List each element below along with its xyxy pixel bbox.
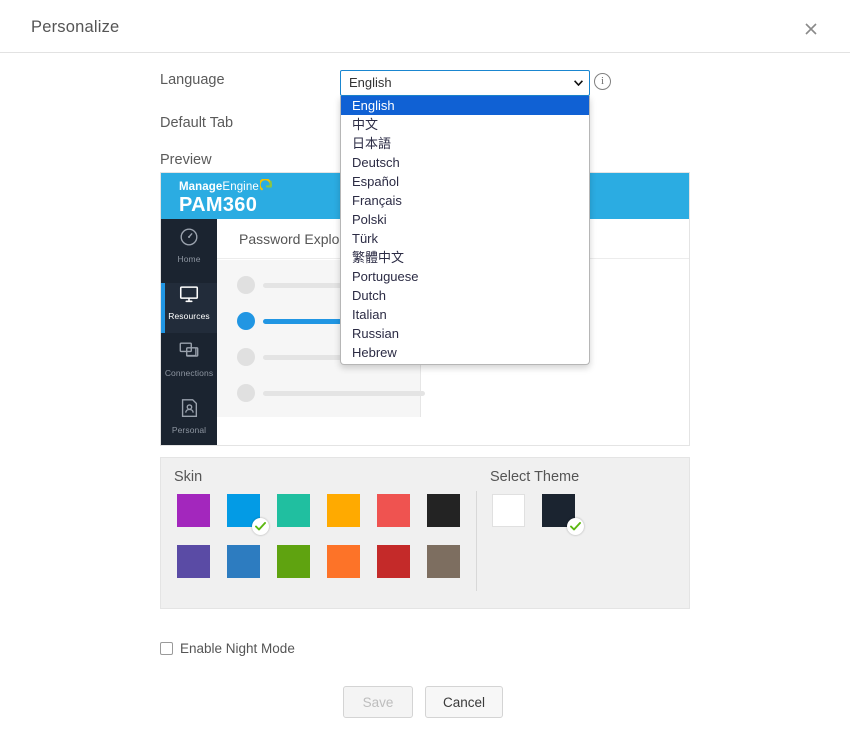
skin-swatch[interactable]	[177, 494, 210, 527]
language-select-value: English	[349, 75, 392, 90]
product-name: PAM360	[179, 194, 258, 216]
enable-night-mode-checkbox[interactable]	[160, 642, 173, 655]
theme-swatch[interactable]	[542, 494, 584, 535]
preview-nav-label: Personal	[171, 425, 207, 435]
language-option[interactable]: Russian	[341, 324, 589, 343]
language-option[interactable]: Türk	[341, 229, 589, 248]
monitor-icon	[178, 283, 200, 305]
skin-swatch[interactable]	[427, 494, 460, 527]
language-option[interactable]: Español	[341, 172, 589, 191]
close-icon[interactable]	[802, 20, 820, 38]
language-label: Language	[160, 72, 225, 88]
selected-check-icon	[252, 518, 269, 535]
language-option[interactable]: 日本語	[341, 134, 589, 153]
preview-sidebar: Home Resources Connections Personal	[161, 219, 217, 445]
skin-title: Skin	[174, 469, 203, 485]
swoosh-icon	[259, 179, 272, 191]
list-item-dot	[237, 348, 255, 366]
skin-swatch[interactable]	[227, 545, 260, 578]
language-option[interactable]: Hebrew	[341, 343, 589, 362]
theme-swatch[interactable]	[492, 494, 525, 527]
language-option[interactable]: Dutch	[341, 286, 589, 305]
skin-swatch[interactable]	[177, 545, 210, 578]
manageengine-wordmark: ManageEngine	[179, 179, 273, 193]
connections-icon	[178, 340, 200, 362]
default-tab-label: Default Tab	[160, 115, 234, 131]
language-dropdown-list[interactable]: English 中文 日本語 Deutsch Español Français Polski…	[340, 96, 590, 365]
skin-theme-box: Skin Select Theme	[160, 457, 690, 609]
personalize-dialog: Personalize Language Default Tab Preview…	[0, 0, 850, 739]
skin-swatch[interactable]	[227, 494, 269, 535]
personal-card-icon	[178, 397, 200, 419]
save-button[interactable]: Save	[343, 686, 413, 718]
preview-nav-item-resources[interactable]: Resources	[161, 283, 217, 333]
language-select[interactable]: English	[340, 70, 590, 96]
preview-nav-label: Home	[177, 254, 201, 264]
language-option[interactable]: Italian	[341, 305, 589, 324]
selected-check-icon	[567, 518, 584, 535]
theme-swatch-grid	[492, 494, 584, 535]
skin-swatch-grid	[177, 494, 460, 596]
cancel-button[interactable]: Cancel	[425, 686, 503, 718]
list-item-bar	[263, 391, 425, 396]
gauge-icon	[178, 226, 200, 248]
page-title: Personalize	[31, 18, 120, 36]
skin-swatch[interactable]	[327, 494, 360, 527]
skin-swatch[interactable]	[427, 545, 460, 578]
preview-nav-item-personal[interactable]: Personal	[161, 397, 217, 445]
language-option[interactable]: Polski	[341, 210, 589, 229]
language-option[interactable]: Deutsch	[341, 153, 589, 172]
preview-logo: ManageEngine PAM360	[179, 179, 273, 217]
skin-swatch[interactable]	[377, 545, 410, 578]
logo-manage-text: Manage	[179, 181, 223, 193]
list-item-dot	[237, 312, 255, 330]
language-option[interactable]: Français	[341, 191, 589, 210]
skin-swatch[interactable]	[277, 494, 310, 527]
preview-label: Preview	[160, 152, 212, 168]
skin-swatch[interactable]	[277, 545, 310, 578]
dialog-header: Personalize	[0, 0, 850, 53]
logo-engine-text: Engine	[222, 181, 259, 193]
list-item-dot	[237, 384, 255, 402]
preview-header-title: Password Explorer	[239, 231, 357, 247]
chevron-down-icon	[574, 80, 583, 86]
skin-swatch-row	[177, 545, 460, 578]
preview-nav-label: Connections	[164, 368, 214, 378]
language-option[interactable]: English	[341, 96, 589, 115]
info-icon[interactable]: i	[594, 73, 611, 90]
skin-swatch[interactable]	[377, 494, 410, 527]
list-item-dot	[237, 276, 255, 294]
language-option[interactable]: 繁體中文	[341, 248, 589, 267]
skin-swatch-row	[177, 494, 460, 535]
preview-nav-label: Resources	[168, 311, 210, 321]
section-divider	[476, 491, 477, 591]
skin-swatch[interactable]	[327, 545, 360, 578]
preview-nav-item-home[interactable]: Home	[161, 226, 217, 276]
language-option[interactable]: Portuguese	[341, 267, 589, 286]
theme-title: Select Theme	[490, 469, 580, 485]
language-option[interactable]: 中文	[341, 115, 589, 134]
enable-night-mode-label: Enable Night Mode	[180, 641, 295, 656]
preview-nav-item-connections[interactable]: Connections	[161, 340, 217, 390]
